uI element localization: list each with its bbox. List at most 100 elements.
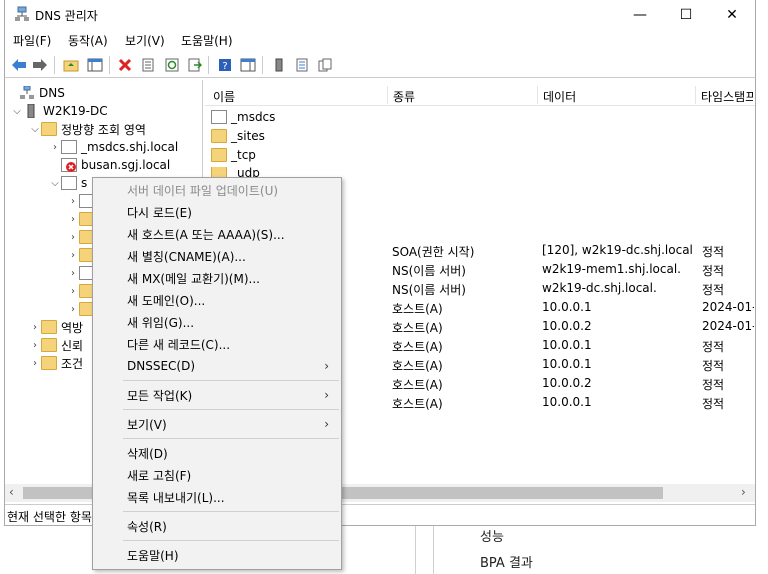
item-name: _tcp [231, 148, 256, 162]
menu-item-label: 새 MX(메일 교환기)(M)... [127, 271, 260, 286]
chevron-right-icon[interactable]: › [67, 214, 79, 225]
delete-icon[interactable] [115, 55, 135, 75]
chevron-right-icon[interactable]: › [67, 286, 79, 297]
tree-item-zone[interactable]: busan.sgj.local [49, 156, 170, 174]
window-title: DNS 관리자 [35, 9, 98, 23]
toolbar-separator [109, 56, 110, 74]
tree-item-trust-points[interactable]: › 신뢰 [29, 336, 83, 354]
menu-item-refresh[interactable]: 새로 고침(F) [93, 464, 341, 486]
show-tree-icon[interactable] [85, 55, 105, 75]
chevron-right-icon[interactable]: › [29, 358, 41, 369]
background-item-bpa: BPA 결과 [480, 556, 533, 571]
toolbar-separator [208, 56, 209, 74]
tree-item-conditional-forwarders[interactable]: › 조건 [29, 354, 83, 372]
submenu-arrow-icon: › [324, 359, 329, 373]
record-timestamp: 정적 [702, 245, 725, 259]
column-separator[interactable] [387, 86, 388, 104]
tree-label: _msdcs.shj.local [81, 140, 179, 154]
column-name[interactable]: 이름 [213, 88, 235, 105]
tree-item-zone[interactable]: › _msdcs.shj.local [49, 138, 178, 156]
menu-bar: 파일(F) 동작(A) 보기(V) 도움말(H) [5, 29, 755, 51]
menu-item-new-alias[interactable]: 새 별칭(CNAME)(A)... [93, 245, 341, 267]
chevron-right-icon[interactable]: › [67, 196, 79, 207]
chevron-down-icon[interactable]: ⌵ [11, 106, 23, 117]
chevron-down-icon[interactable]: ⌵ [49, 178, 61, 189]
chevron-right-icon[interactable]: › [67, 250, 79, 261]
background-divider [415, 526, 416, 574]
tree-item-forward-zones[interactable]: ⌵ 정방향 조회 영역 [29, 120, 146, 138]
tree-label: DNS [39, 86, 65, 100]
tree-item-reverse-zones[interactable]: › 역방 [29, 318, 83, 336]
column-timestamp[interactable]: 타임스탬프 [701, 88, 753, 105]
minimize-button[interactable]: — [617, 0, 663, 29]
forward-arrow-icon[interactable] [30, 55, 50, 75]
tree-item-dns[interactable]: DNS [7, 84, 65, 102]
item-name: _msdcs [231, 110, 276, 124]
column-separator[interactable] [695, 86, 696, 104]
chevron-right-icon[interactable]: › [49, 142, 61, 153]
action-pane-icon[interactable] [238, 55, 258, 75]
list-icon[interactable] [292, 55, 312, 75]
column-type[interactable]: 종류 [393, 88, 415, 105]
list-item[interactable]: _sites [211, 129, 265, 143]
tree-label: 신뢰 [61, 338, 84, 353]
title-bar: DNS 관리자 — ☐ ✕ [5, 0, 755, 29]
chevron-down-icon[interactable]: ⌵ [29, 124, 41, 135]
list-item[interactable]: _msdcs [211, 110, 275, 124]
menu-item-all-tasks[interactable]: 모든 작업(K) › [93, 384, 341, 406]
record-type: 호스트(A) [392, 378, 443, 392]
export-list-icon[interactable] [185, 55, 205, 75]
chevron-right-icon[interactable]: › [29, 322, 41, 333]
menu-item-new-domain[interactable]: 새 도메인(O)... [93, 289, 341, 311]
menu-item-other-new-records[interactable]: 다른 새 레코드(C)... [93, 333, 341, 355]
menu-item-label: DNSSEC(D) [127, 359, 196, 373]
chevron-right-icon[interactable]: › [67, 232, 79, 243]
column-separator[interactable] [537, 86, 538, 104]
copy-icon[interactable] [315, 55, 335, 75]
properties-icon[interactable] [138, 55, 158, 75]
menu-item-help[interactable]: 도움말(H) [93, 544, 341, 566]
record-timestamp: 정적 [702, 359, 725, 373]
menu-item-new-mx[interactable]: 새 MX(메일 교환기)(M)... [93, 267, 341, 289]
menu-item-new-delegation[interactable]: 새 위임(G)... [93, 311, 341, 333]
menu-item-delete[interactable]: 삭제(D) [93, 442, 341, 464]
menu-item-export-list[interactable]: 목록 내보내기(L)... [93, 486, 341, 508]
back-arrow-icon[interactable] [9, 55, 29, 75]
server-icon[interactable] [269, 55, 289, 75]
chevron-right-icon[interactable]: › [29, 340, 41, 351]
menu-item-reload[interactable]: 다시 로드(E) [93, 201, 341, 223]
submenu-arrow-icon: › [324, 417, 329, 431]
menu-item-label: 모든 작업(K) [127, 388, 193, 403]
menu-view[interactable]: 보기(V) [125, 32, 165, 49]
menu-item-view[interactable]: 보기(V) › [93, 413, 341, 435]
maximize-button[interactable]: ☐ [663, 0, 709, 29]
menu-file[interactable]: 파일(F) [13, 32, 51, 49]
record-data: 10.0.0.2 [542, 376, 592, 390]
record-data: [120], w2k19-dc.shj.local.... [542, 243, 692, 257]
record-data: 10.0.0.1 [542, 338, 592, 352]
refresh-icon[interactable] [162, 55, 182, 75]
menu-help[interactable]: 도움말(H) [181, 32, 233, 49]
dns-app-icon [15, 6, 29, 21]
chevron-right-icon[interactable]: › [67, 304, 79, 315]
menu-action[interactable]: 동작(A) [68, 32, 108, 49]
menu-item-label: 도움말(H) [127, 548, 179, 563]
tree-item-server[interactable]: ⌵ W2K19-DC [11, 102, 108, 120]
help-icon[interactable]: ? [215, 55, 235, 75]
menu-item-properties[interactable]: 속성(R) [93, 515, 341, 537]
list-item[interactable]: _tcp [211, 148, 256, 162]
menu-item-new-host[interactable]: 새 호스트(A 또는 AAAA)(S)... [93, 223, 341, 245]
menu-item-dnssec[interactable]: DNSSEC(D) › [93, 355, 341, 377]
record-timestamp: 2024-01- [702, 319, 754, 333]
close-button[interactable]: ✕ [709, 0, 755, 29]
scroll-right-icon[interactable]: › [741, 485, 746, 499]
scroll-left-icon[interactable]: ‹ [9, 485, 14, 499]
chevron-right-icon[interactable]: › [67, 268, 79, 279]
record-timestamp: 정적 [702, 283, 725, 297]
column-data[interactable]: 데이터 [543, 88, 576, 105]
folder-icon [41, 122, 57, 136]
menu-item-label: 새 위임(G)... [127, 315, 195, 330]
up-folder-icon[interactable] [61, 55, 81, 75]
tree-item-zone-selected[interactable]: ⌵ s [49, 174, 87, 192]
zone-icon [61, 140, 77, 154]
